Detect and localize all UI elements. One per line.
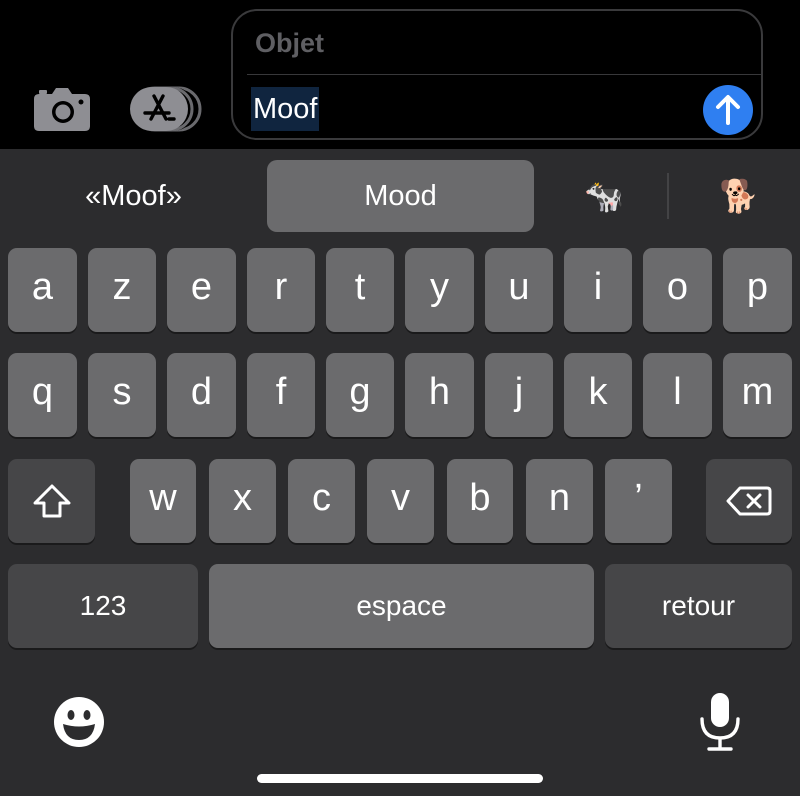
key-l[interactable]: l: [643, 353, 712, 437]
key-a[interactable]: a: [8, 248, 77, 332]
key-b[interactable]: b: [447, 459, 513, 543]
microphone-button[interactable]: [697, 692, 743, 752]
home-indicator[interactable]: [257, 774, 543, 783]
suggestion-2[interactable]: Mood: [267, 160, 534, 232]
key-o[interactable]: o: [643, 248, 712, 332]
key-m[interactable]: m: [723, 353, 792, 437]
shift-icon: [33, 484, 70, 518]
keyboard: «Moof» Mood 🐄 🐕 a z e r t y u i o p q s …: [0, 149, 800, 796]
field-divider: [247, 74, 761, 75]
numbers-key[interactable]: 123: [8, 564, 198, 648]
shift-key[interactable]: [8, 459, 95, 543]
key-j[interactable]: j: [485, 353, 553, 437]
app-store-icon: [130, 86, 202, 132]
key-p[interactable]: p: [723, 248, 792, 332]
app-store-button[interactable]: [130, 86, 202, 132]
key-y[interactable]: y: [405, 248, 474, 332]
return-key[interactable]: retour: [605, 564, 792, 648]
key-e[interactable]: e: [167, 248, 236, 332]
key-v[interactable]: v: [367, 459, 434, 543]
key-k[interactable]: k: [564, 353, 632, 437]
key-w[interactable]: w: [130, 459, 196, 543]
prediction-bar: «Moof» Mood 🐄 🐕: [0, 149, 800, 241]
suggestion-dog-emoji[interactable]: 🐕: [690, 160, 788, 232]
camera-button[interactable]: [33, 86, 91, 132]
key-z[interactable]: z: [88, 248, 156, 332]
key-x[interactable]: x: [209, 459, 276, 543]
suggestion-divider: [667, 173, 669, 219]
microphone-icon: [700, 693, 740, 751]
key-n[interactable]: n: [526, 459, 593, 543]
space-key[interactable]: espace: [209, 564, 594, 648]
key-f[interactable]: f: [247, 353, 315, 437]
subject-field[interactable]: Objet: [255, 25, 555, 61]
key-q[interactable]: q: [8, 353, 77, 437]
emoji-icon: [54, 697, 104, 747]
compose-bar: Objet Moof: [0, 0, 800, 149]
camera-icon: [34, 88, 90, 131]
send-button[interactable]: [703, 85, 753, 135]
key-i[interactable]: i: [564, 248, 632, 332]
suggestion-cow-emoji[interactable]: 🐄: [555, 160, 653, 232]
key-h[interactable]: h: [405, 353, 474, 437]
key-d[interactable]: d: [167, 353, 236, 437]
key-t[interactable]: t: [326, 248, 394, 332]
key-g[interactable]: g: [326, 353, 394, 437]
arrow-up-icon: [716, 95, 740, 125]
key-r[interactable]: r: [247, 248, 315, 332]
emoji-button[interactable]: [53, 696, 105, 748]
key-u[interactable]: u: [485, 248, 553, 332]
key-s[interactable]: s: [88, 353, 156, 437]
message-input-box[interactable]: Objet Moof: [231, 9, 763, 140]
key-c[interactable]: c: [288, 459, 355, 543]
delete-key[interactable]: [706, 459, 792, 543]
suggestion-1[interactable]: «Moof»: [0, 160, 267, 232]
key-apostrophe[interactable]: ’: [605, 459, 672, 543]
backspace-icon: [726, 486, 772, 516]
message-text-field[interactable]: Moof: [251, 87, 320, 131]
